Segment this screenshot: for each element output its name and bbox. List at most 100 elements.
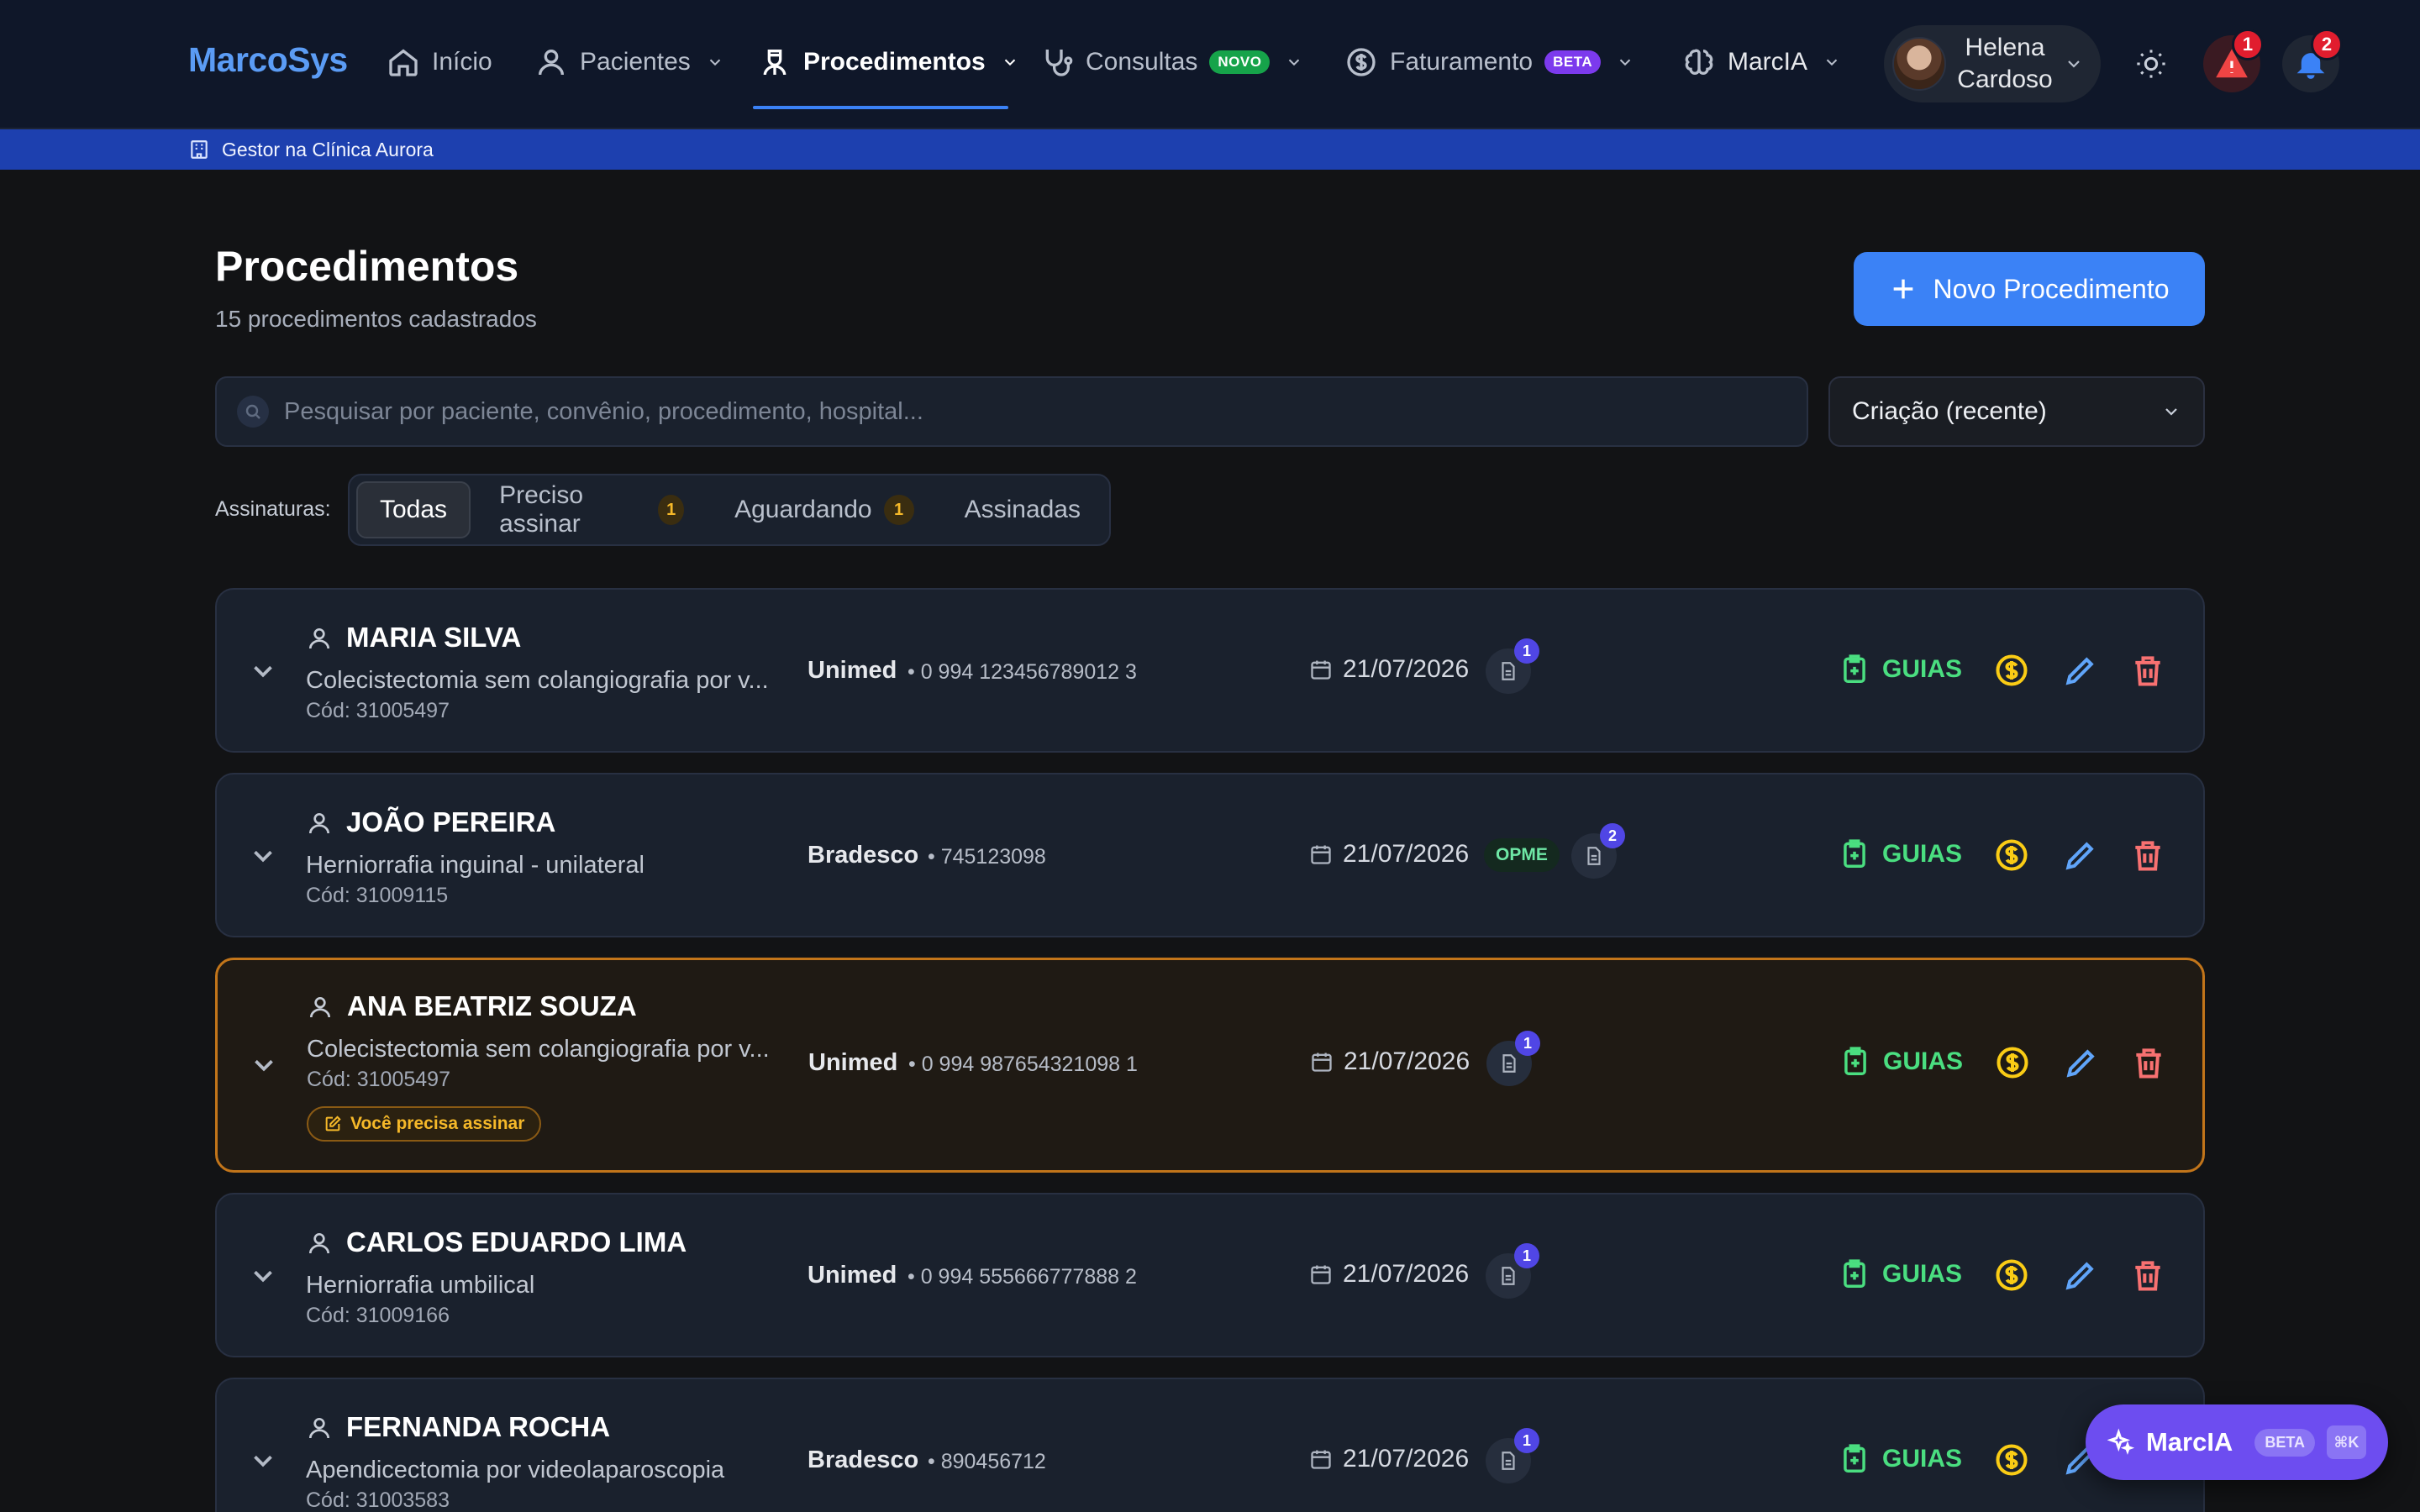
nav-label: Início	[432, 48, 492, 76]
billing-button[interactable]	[1993, 837, 2030, 874]
document-icon	[1587, 847, 1601, 865]
guias-button[interactable]: GUIAS	[1839, 1258, 1962, 1290]
guias-button[interactable]: GUIAS	[1839, 838, 1962, 870]
delete-button[interactable]	[2130, 1044, 2167, 1081]
signature-filter-label: Assinaturas:	[215, 497, 331, 521]
search-bar	[215, 376, 1808, 447]
billing-button[interactable]	[1994, 1044, 2031, 1081]
guias-button[interactable]: GUIAS	[1839, 654, 1962, 685]
signature-filter-tabs: Todas Preciso assinar 1 Aguardando 1 Ass…	[348, 474, 1111, 546]
tab-assinadas[interactable]: Assinadas	[943, 481, 1102, 538]
expand-toggle[interactable]	[247, 840, 279, 872]
guias-button[interactable]: GUIAS	[1839, 1443, 1962, 1475]
trash-icon	[2136, 1048, 2161, 1079]
chevron-down-icon	[2068, 60, 2080, 68]
procedure-date: 21/07/2026	[1310, 1047, 1470, 1076]
calendar-icon	[1312, 1053, 1332, 1072]
nav-item-consultas[interactable]: Consultas NOVO	[1040, 39, 1303, 86]
patient-name: FERNANDA ROCHA	[346, 1411, 611, 1442]
guias-button[interactable]: GUIAS	[1839, 1046, 1963, 1078]
patient-name: ANA BEATRIZ SOUZA	[347, 990, 637, 1021]
theme-toggle-button[interactable]	[2123, 35, 2180, 92]
documents-button[interactable]: 1	[1486, 1428, 1539, 1483]
procedure-code: Cód: 31003583	[306, 1488, 450, 1512]
notifications-button[interactable]: 2	[2282, 29, 2343, 92]
search-input[interactable]	[284, 397, 1807, 426]
insurance-card-number: • 0 994 123456789012 3	[908, 660, 1137, 684]
marcia-assistant-button[interactable]: MarcIA BETA ⌘K	[2086, 1404, 2388, 1480]
dollar-circle-icon	[1996, 1444, 2028, 1476]
procedure-card[interactable]: MARIA SILVA Colecistectomia sem colangio…	[215, 588, 2205, 753]
brain-icon	[1685, 49, 1713, 75]
procedure-code: Cód: 31009166	[306, 1304, 450, 1327]
expand-toggle[interactable]	[247, 1445, 279, 1477]
expand-toggle[interactable]	[247, 655, 279, 687]
procedure-card[interactable]: JOÃO PEREIRA Herniorrafia inguinal - uni…	[215, 773, 2205, 937]
documents-button[interactable]: 1	[1486, 1031, 1540, 1086]
nav-item-inicio[interactable]: Início	[387, 39, 492, 86]
procedure-card-needs-signature[interactable]: ANA BEATRIZ SOUZA Colecistectomia sem co…	[215, 958, 2205, 1173]
edit-button[interactable]	[2062, 837, 2099, 874]
documents-button[interactable]: 2	[1571, 823, 1625, 879]
documents-button[interactable]: 1	[1486, 638, 1539, 694]
user-menu[interactable]: Helena Cardoso	[1884, 25, 2101, 102]
clipboard-plus-icon	[1844, 1259, 1865, 1288]
nav-item-pacientes[interactable]: Pacientes	[534, 39, 724, 86]
chevron-down-icon	[1289, 59, 1300, 66]
billing-button[interactable]	[1993, 652, 2030, 689]
tab-preciso-assinar[interactable]: Preciso assinar 1	[477, 481, 706, 538]
nav-item-marcia[interactable]: MarcIA	[1682, 39, 1841, 86]
document-count-badge: 1	[1514, 1243, 1539, 1268]
expand-toggle[interactable]	[247, 1260, 279, 1292]
active-tab-indicator	[753, 106, 1008, 109]
procedure-date: 21/07/2026	[1309, 655, 1469, 684]
edit-button[interactable]	[2062, 652, 2099, 689]
procedure-card[interactable]: CARLOS EDUARDO LIMA Herniorrafia umbilic…	[215, 1193, 2205, 1357]
needs-signature-badge[interactable]: Você precisa assinar	[307, 1106, 542, 1142]
edit-button[interactable]	[2062, 1257, 2099, 1294]
new-procedure-button[interactable]: Novo Procedimento	[1854, 252, 2205, 326]
delete-button[interactable]	[2129, 1257, 2166, 1294]
procedure-code: Cód: 31005497	[306, 699, 450, 722]
brand-logo[interactable]: MarcoSys	[188, 40, 348, 80]
chevron-down-icon	[2165, 408, 2177, 416]
insurer-name: Unimed	[808, 1049, 898, 1076]
chevron-down-icon	[254, 850, 272, 863]
procedure-date: 21/07/2026	[1309, 1445, 1469, 1473]
billing-button[interactable]	[1993, 1441, 2030, 1478]
procedure-date: 21/07/2026	[1309, 1260, 1469, 1289]
warnings-button[interactable]: 1	[2203, 29, 2264, 92]
plus-icon	[1894, 279, 1913, 299]
patient-icon	[306, 625, 333, 652]
assistant-label: MarcIA	[2145, 1427, 2233, 1457]
top-navbar: MarcoSys Início Pacientes Procedimentos …	[0, 0, 2420, 129]
billing-button[interactable]	[1993, 1257, 2030, 1294]
sort-selected-value: Criação (recente)	[1852, 397, 2047, 425]
tab-label: Todas	[380, 496, 448, 523]
nav-label: MarcIA	[1728, 48, 1808, 76]
documents-button[interactable]: 1	[1486, 1243, 1539, 1299]
guias-label: GUIAS	[1883, 1047, 1964, 1075]
building-icon	[191, 140, 208, 159]
delete-button[interactable]	[2129, 652, 2166, 689]
delete-button[interactable]	[2129, 837, 2166, 874]
warning-count-badge: 1	[2232, 29, 2264, 60]
tab-todas[interactable]: Todas	[356, 481, 471, 538]
user-last-name: Cardoso	[1957, 66, 2053, 93]
sort-select[interactable]: Criação (recente)	[1828, 376, 2205, 447]
page-title: Procedimentos	[215, 243, 519, 290]
tab-aguardando[interactable]: Aguardando 1	[713, 481, 935, 538]
page-subtitle: 15 procedimentos cadastrados	[215, 306, 537, 332]
dollar-circle-icon	[1347, 48, 1376, 76]
procedure-card[interactable]: FERNANDA ROCHA Apendicectomia por videol…	[215, 1378, 2205, 1512]
nav-item-procedimentos[interactable]: Procedimentos	[758, 39, 1019, 86]
edit-button[interactable]	[2063, 1044, 2100, 1081]
insurer-name: Unimed	[808, 1262, 897, 1289]
date-text: 21/07/2026	[1343, 655, 1470, 683]
procedure-name: Colecistectomia sem colangiografia por v…	[307, 1036, 770, 1063]
nav-item-faturamento[interactable]: Faturamento BETA	[1344, 39, 1634, 86]
chevron-down-icon	[1619, 59, 1631, 66]
date-text: 21/07/2026	[1343, 1260, 1470, 1288]
expand-toggle[interactable]	[248, 1049, 280, 1081]
opme-badge: OPME	[1484, 838, 1560, 872]
